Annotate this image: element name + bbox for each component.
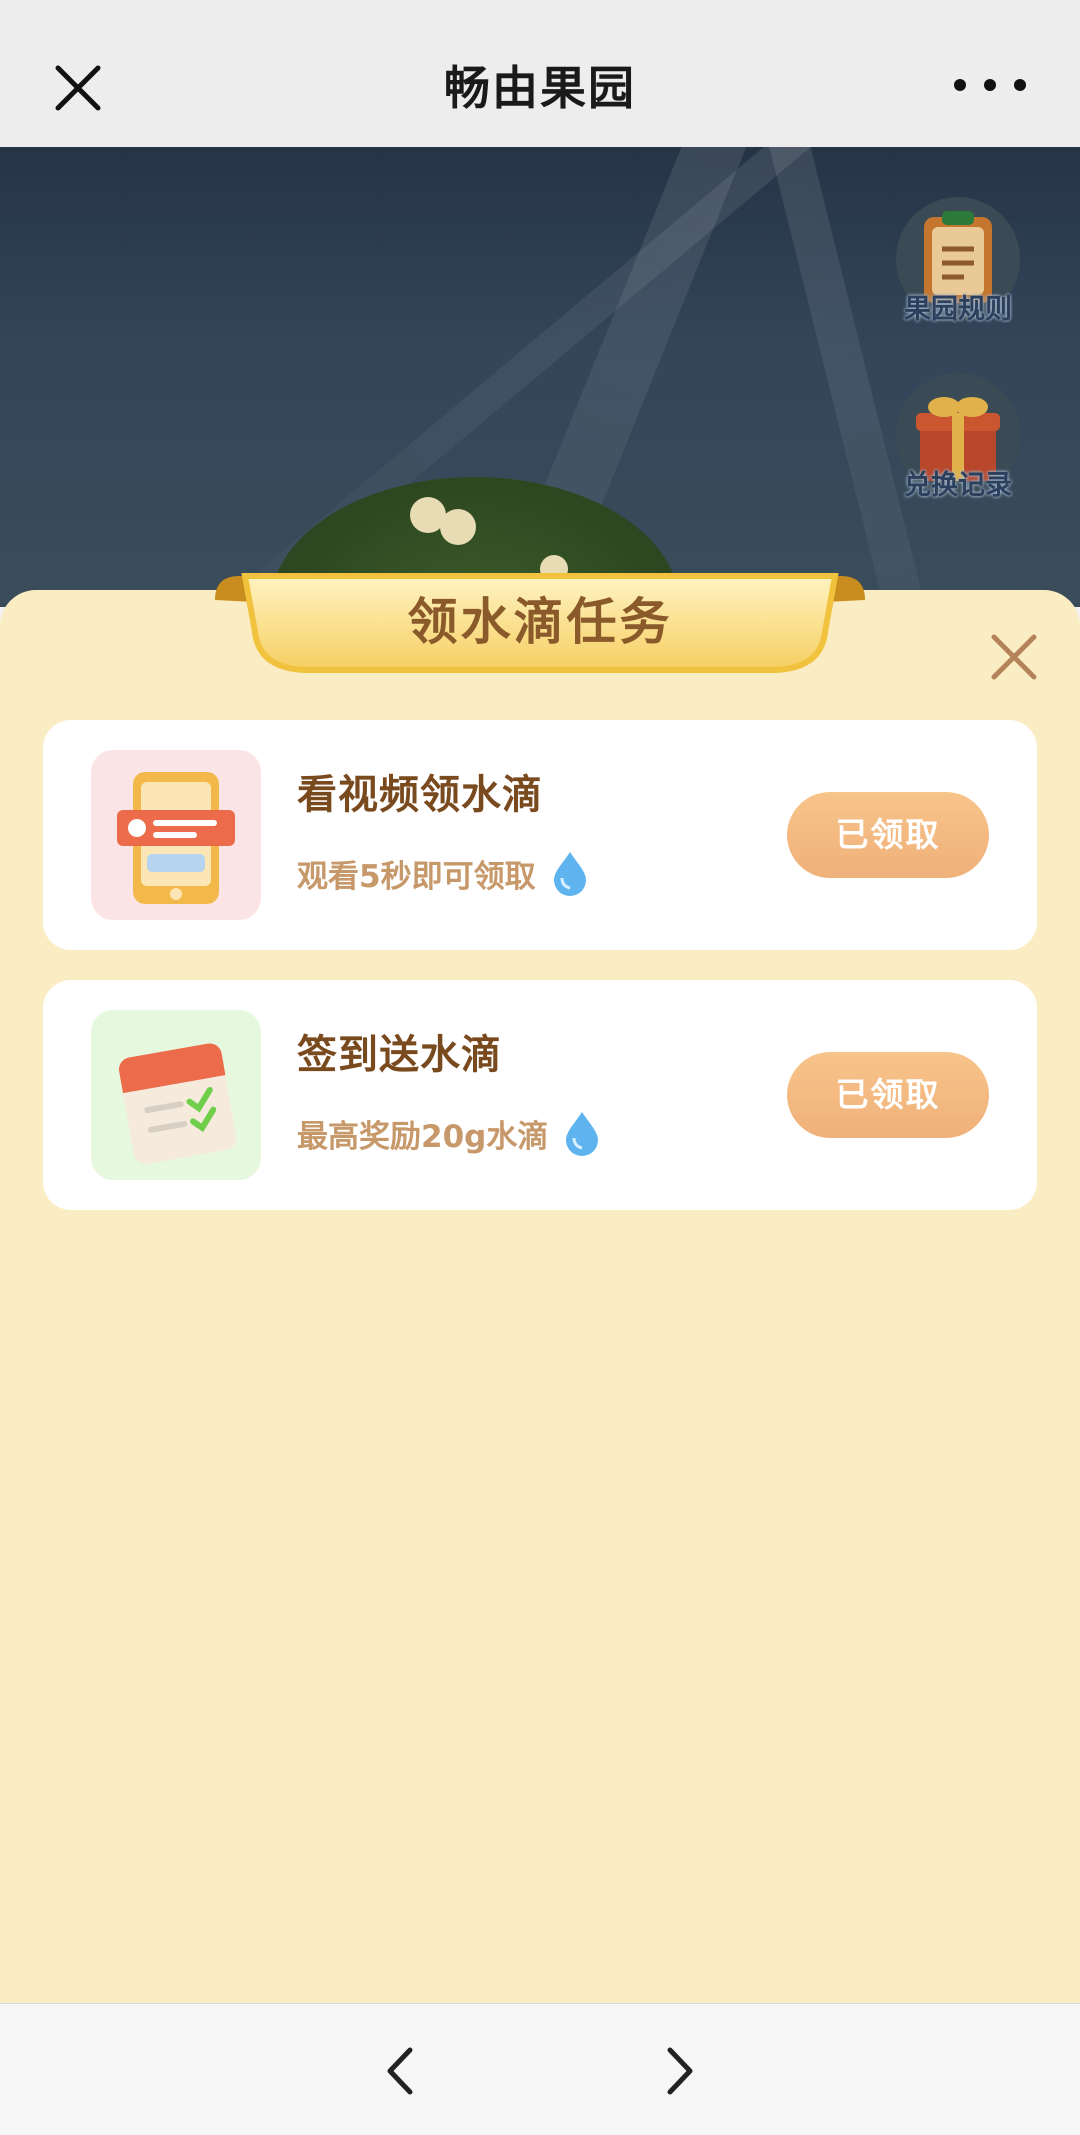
claimed-button[interactable]: 已领取 (787, 792, 989, 878)
browser-toolbar (0, 2003, 1080, 2135)
more-icon[interactable] (950, 70, 1030, 100)
exchange-record-button[interactable]: 兑换记录 (893, 373, 1023, 502)
exchange-record-label: 兑换记录 (904, 470, 1012, 501)
chevron-left-icon[interactable] (376, 2044, 426, 2098)
claimed-button[interactable]: 已领取 (787, 1052, 989, 1138)
chevron-right-icon[interactable] (654, 2044, 704, 2098)
task-name: 看视频领水滴 (297, 772, 543, 818)
orchard-scene: 果园规则 兑换记录 (0, 147, 1080, 607)
water-drop-icon (553, 852, 586, 896)
close-icon[interactable] (990, 633, 1038, 681)
phone-video-icon (91, 750, 261, 920)
calendar-check-icon (91, 1010, 261, 1180)
sheet-title: 领水滴任务 (407, 593, 673, 651)
rules-label: 果园规则 (904, 294, 1012, 325)
top-nav-bar: 畅由果园 (0, 0, 1080, 147)
task-card-watch-video: 看视频领水滴 观看5秒即可领取 已领取 (43, 720, 1037, 950)
task-desc-text: 最高奖励20g水滴 (297, 1118, 549, 1155)
page-title: 畅由果园 (444, 61, 636, 115)
task-card-checkin: 签到送水滴 最高奖励20g水滴 已领取 (43, 980, 1037, 1210)
task-desc: 最高奖励20g水滴 (297, 1110, 602, 1156)
task-desc: 观看5秒即可领取 (297, 850, 590, 896)
task-desc-text: 观看5秒即可领取 (297, 858, 536, 895)
task-name: 签到送水滴 (297, 1032, 502, 1078)
tree-flower (440, 509, 476, 545)
rules-button[interactable]: 果园规则 (893, 197, 1023, 326)
water-drop-icon (566, 1112, 599, 1156)
